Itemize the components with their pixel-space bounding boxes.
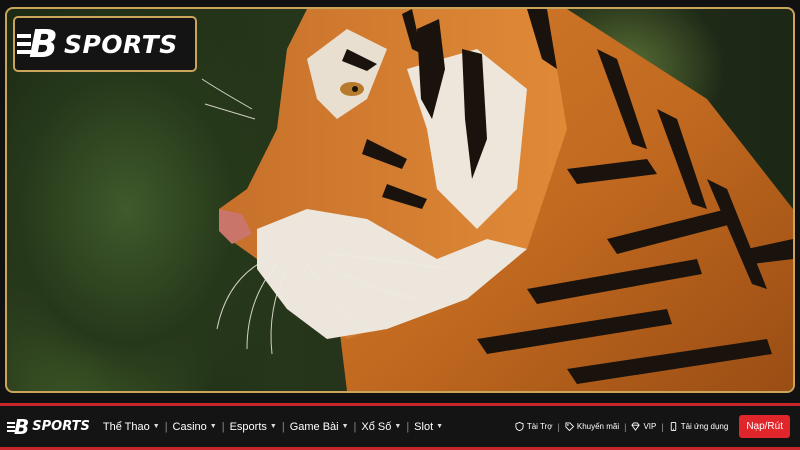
chevron-down-icon: ▼ [152,423,160,430]
diamond-icon [631,422,641,431]
logo-mark: B [17,22,58,66]
chevron-down-icon: ▼ [436,423,444,430]
vip-link[interactable]: VIP [626,422,661,431]
nav-logo-mark: B [6,414,30,439]
page: B SPORTS B SPORTS Thể Thao ▼ | Casino ▼ … [0,0,800,450]
brand-logo[interactable]: B SPORTS [13,16,197,72]
vip-label: VIP [643,422,657,431]
nav-item-label: Casino [172,420,207,433]
nav-item-label: Thể Thao [102,420,150,433]
chevron-down-icon: ▼ [269,423,277,430]
chevron-down-icon: ▼ [209,423,217,430]
nav-logo-text: SPORTS [32,419,90,434]
nav-item-label: Slot [414,420,434,433]
nav-logo[interactable]: B SPORTS [6,414,90,439]
chevron-down-icon: ▼ [341,423,349,430]
nav-item-label: Esports [229,420,267,433]
download-app-label: Tải ứng dụng [680,422,729,431]
bottom-nav-bar: B SPORTS Thể Thao ▼ | Casino ▼ | Esports… [0,403,800,450]
nav-item-esports[interactable]: Esports ▼ [225,421,282,433]
nav-item-casino[interactable]: Casino ▼ [168,421,222,433]
tag-icon [565,422,574,431]
promotion-label: Khuyến mãi [576,422,620,431]
nav-item-game-bai[interactable]: Game Bài ▼ [285,421,354,433]
promotion-link[interactable]: Khuyến mãi [560,422,624,431]
nav-item-xo-so[interactable]: Xổ Số ▼ [356,421,406,433]
nav-item-label: Xổ Số [361,420,392,433]
nav-item-label: Game Bài [289,420,339,433]
sponsor-link[interactable]: Tài Trợ [510,422,558,431]
utility-links: Tài Trợ | Khuyến mãi | VIP | Tải ứng dụn… [510,415,790,438]
main-menu: Thể Thao ▼ | Casino ▼ | Esports ▼ | Game… [98,421,448,433]
nav-item-the-thao[interactable]: Thể Thao ▼ [98,421,165,433]
download-app-link[interactable]: Tải ứng dụng [664,422,734,431]
phone-icon [670,422,676,431]
chevron-down-icon: ▼ [394,423,402,430]
nav-item-slot[interactable]: Slot ▼ [409,421,448,433]
shield-icon [515,422,524,431]
deposit-withdraw-button[interactable]: Nạp/Rút [739,415,790,438]
sponsor-label: Tài Trợ [526,422,553,431]
logo-text: SPORTS [63,29,178,59]
